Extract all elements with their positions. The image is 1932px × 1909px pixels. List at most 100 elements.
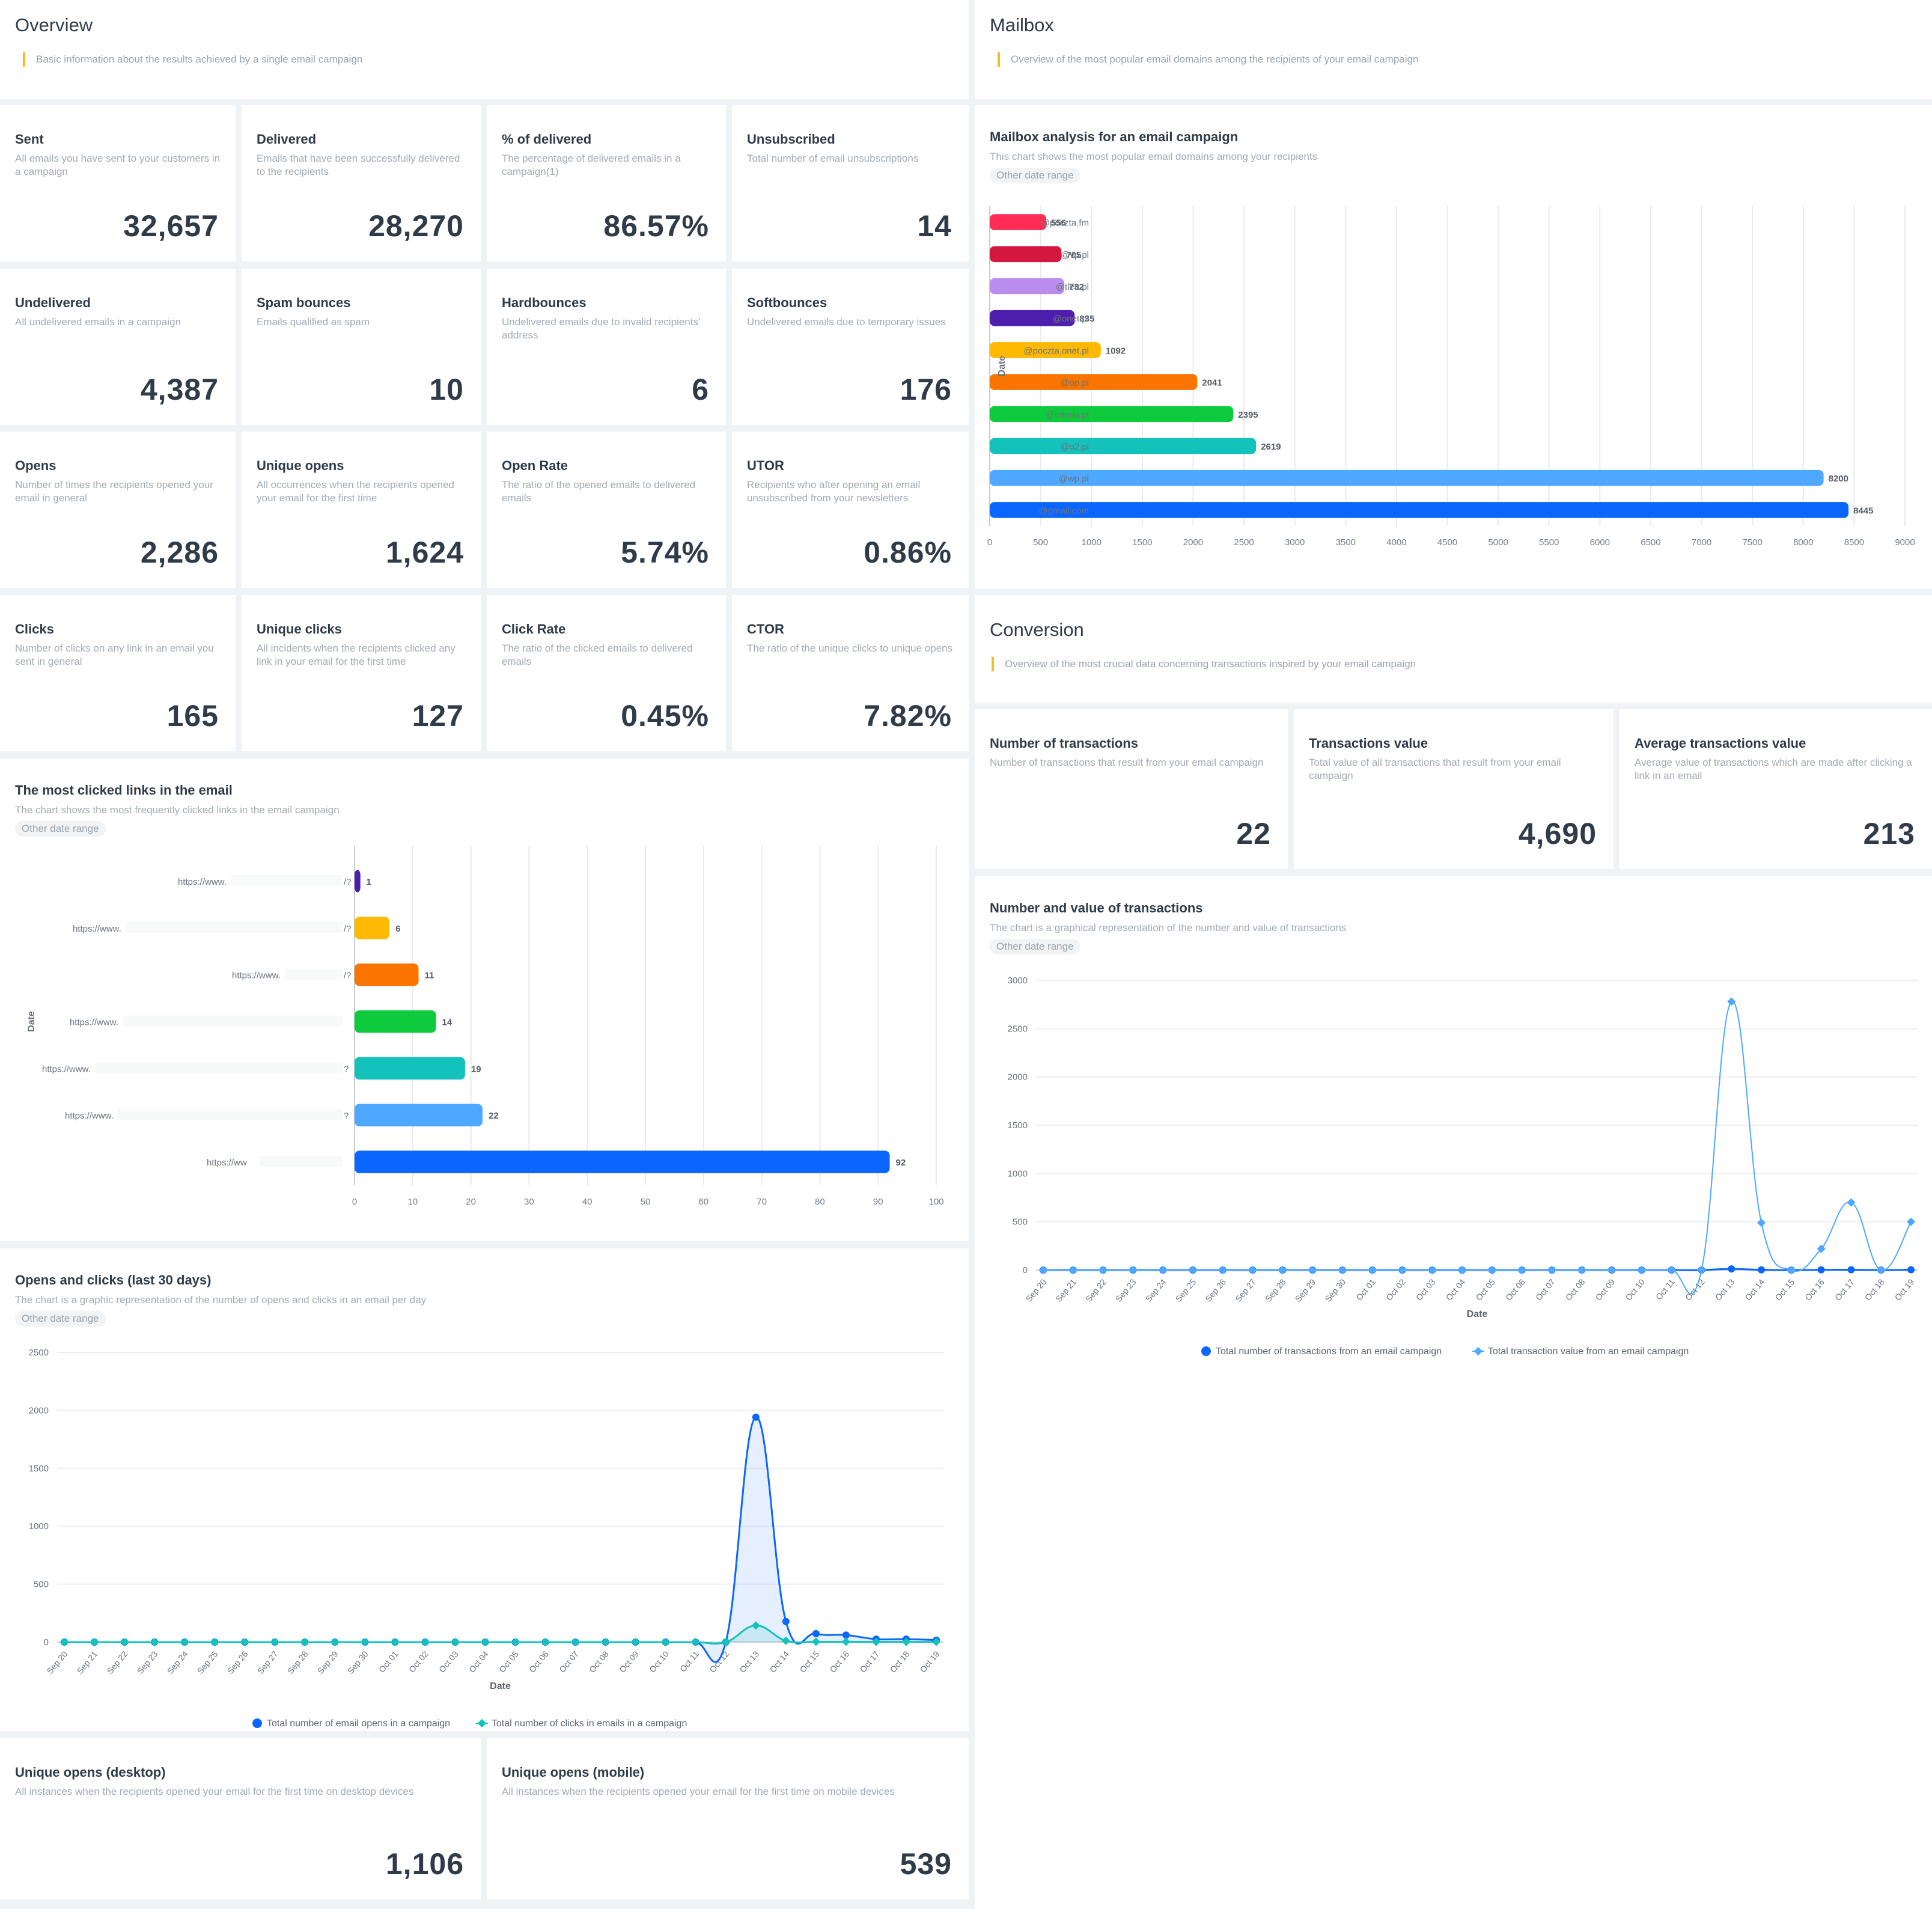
data-point <box>1398 1265 1407 1275</box>
y-axis-title: Date <box>26 1011 37 1032</box>
metric-desc: The ratio of the unique clicks to unique… <box>747 643 953 654</box>
metric-title: Number of transactions <box>990 736 1138 751</box>
category-label: @poczta.onet.pl <box>1023 346 1089 356</box>
data-point <box>1697 1265 1706 1275</box>
x-tick-label: 50 <box>641 1197 651 1207</box>
x-tick-label: Sep 23 <box>135 1649 160 1675</box>
metric-value: 10 <box>429 373 464 406</box>
metric-card: Spam bounces Emails qualified as spam 10 <box>242 269 481 425</box>
x-tick-label: 7000 <box>1692 537 1711 548</box>
overview-header: Overview Basic information about the res… <box>0 0 969 99</box>
conversion-header: Conversion Overview of the most crucial … <box>975 595 1932 703</box>
metric-title: Unique opens <box>257 458 344 473</box>
metric-desc: Emails qualified as spam <box>257 316 370 328</box>
metric-desc: The ratio of the opened emails to delive… <box>502 479 696 504</box>
category-label: @tlen.pl <box>1056 282 1089 292</box>
x-tick-label: Sep 30 <box>1323 1277 1347 1303</box>
data-point <box>1188 1265 1198 1275</box>
metric-card: Click Rate The ratio of the clicked emai… <box>487 595 726 751</box>
metric-desc: Undelivered emails due to temporary issu… <box>747 316 946 328</box>
x-tick-label: Oct 16 <box>827 1649 851 1674</box>
data-point <box>481 1637 490 1647</box>
data-point <box>1907 1266 1915 1274</box>
series-area <box>64 1417 936 1663</box>
metric-value: 127 <box>412 699 464 733</box>
x-tick-label: Oct 04 <box>1444 1277 1467 1302</box>
link-url-label: https://www. <box>70 1018 118 1028</box>
metric-card: Hardbounces Undelivered emails due to in… <box>487 269 726 425</box>
metric-title: Open Rate <box>502 458 568 473</box>
data-point <box>180 1637 189 1647</box>
bar-value-label: 11 <box>424 971 434 981</box>
x-tick-label: Oct 01 <box>377 1649 400 1674</box>
bar-value-label: 19 <box>471 1064 481 1074</box>
data-point <box>1517 1265 1526 1275</box>
links-bar-chart: 0 10 20 30 40 50 60 70 80 90 100 1 https://www. /? 6 ht… <box>26 846 944 1207</box>
x-tick-label: Sep 22 <box>1083 1277 1108 1303</box>
conversion-title: Conversion <box>990 619 1084 640</box>
x-tick-label: Sep 29 <box>1293 1277 1318 1303</box>
category-label: @interia.pl <box>1046 410 1089 420</box>
data-point <box>1159 1265 1168 1275</box>
transactions-chart-card: Number and value of transactions The cha… <box>975 876 1932 1909</box>
x-axis-title: Date <box>490 1681 511 1691</box>
x-tick-label: 0 <box>987 537 992 548</box>
x-tick-label: Sep 30 <box>346 1649 370 1675</box>
metric-value: 539 <box>900 1847 952 1881</box>
data-point <box>210 1637 219 1647</box>
metric-title: Hardbounces <box>502 295 587 310</box>
metric-value: 0.45% <box>621 699 709 733</box>
metric-value: 22 <box>1236 817 1271 851</box>
bar <box>990 278 1064 295</box>
bar-value-label: 1092 <box>1106 346 1126 356</box>
x-tick-label: 6000 <box>1590 537 1610 548</box>
data-point <box>661 1637 670 1647</box>
data-point <box>421 1637 430 1647</box>
y-tick-label: 0 <box>1023 1265 1028 1275</box>
x-tick-label: 1500 <box>1132 537 1152 548</box>
link-url-label: https://www. <box>65 1111 114 1121</box>
metric-desc: All emails you have sent to your custome… <box>15 153 221 177</box>
x-tick-label: Oct 11 <box>678 1649 701 1673</box>
x-tick-label: 4000 <box>1386 537 1406 548</box>
x-tick-label: Oct 15 <box>797 1649 821 1674</box>
overview-title: Overview <box>15 14 93 35</box>
bar <box>990 502 1849 518</box>
x-tick-label: Oct 10 <box>647 1649 671 1674</box>
bar <box>355 1104 483 1126</box>
x-tick-label: Sep 27 <box>255 1649 280 1675</box>
data-point <box>812 1630 820 1637</box>
bar <box>355 917 390 939</box>
metric-title: Unique opens (desktop) <box>15 1765 166 1780</box>
category-label: @wp.pl <box>1059 474 1089 484</box>
x-tick-label: 6500 <box>1641 537 1660 548</box>
data-point <box>150 1637 159 1647</box>
y-tick-label: 1000 <box>1008 1168 1028 1179</box>
metric-desc: Total number of email unsubscriptions <box>747 153 919 164</box>
x-tick-label: 80 <box>815 1197 825 1207</box>
data-point <box>1487 1265 1496 1275</box>
x-tick-label: Sep 26 <box>225 1649 250 1675</box>
data-point <box>631 1637 640 1647</box>
data-point <box>752 1413 760 1421</box>
metric-title: UTOR <box>747 458 784 473</box>
data-point <box>451 1637 460 1647</box>
x-tick-label: Sep 29 <box>315 1649 340 1675</box>
transactions-line-chart: 050010001500200025003000Sep 20 Sep 21 Sep … <box>1008 976 1918 1357</box>
data-point <box>59 1637 69 1647</box>
y-tick-label: 500 <box>34 1580 49 1590</box>
data-point <box>391 1637 400 1647</box>
x-tick-label: Sep 24 <box>1144 1277 1168 1303</box>
metric-card: Softbounces Undelivered emails due to te… <box>732 269 969 425</box>
y-tick-label: 2500 <box>1008 1024 1028 1034</box>
metric-title: Spam bounces <box>257 295 351 310</box>
bar <box>990 214 1047 230</box>
opens-chart-card: Opens and clicks (last 30 days) The char… <box>0 1248 969 1731</box>
data-point <box>782 1617 790 1625</box>
series-line <box>64 1416 937 1663</box>
bar-value-label: 2395 <box>1238 410 1258 420</box>
data-point <box>240 1637 249 1647</box>
x-tick-label: Oct 18 <box>1863 1277 1886 1302</box>
data-point <box>90 1637 99 1647</box>
metric-desc: All undelivered emails in a campaign <box>15 316 181 328</box>
